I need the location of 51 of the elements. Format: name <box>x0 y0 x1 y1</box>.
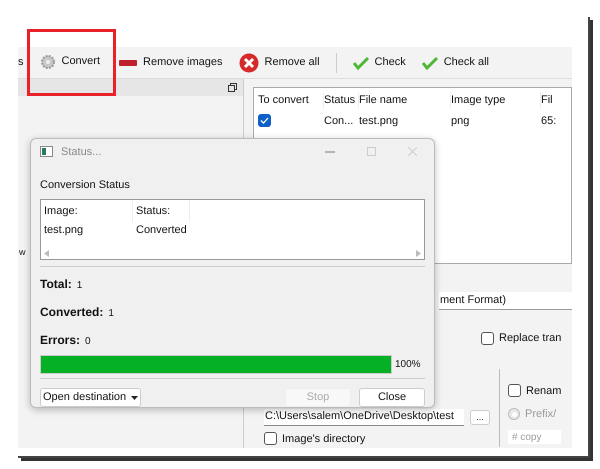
toolbar-button[interactable]: Remove all <box>238 52 320 72</box>
checkmark-icon <box>422 56 438 70</box>
column-header[interactable]: Status: <box>133 200 190 222</box>
path-field[interactable]: C:\Users\salem\OneDrive\Desktop\test <box>264 408 464 426</box>
toolbar-button[interactable]: Check <box>352 54 406 71</box>
progress-reading: 100% <box>395 358 421 372</box>
format-field[interactable]: ment Format) <box>439 292 572 310</box>
table-cell-text: test.png <box>43 223 84 238</box>
toolbar-button[interactable]: s <box>18 54 24 71</box>
checkbox-label: Replace tran <box>499 331 562 346</box>
close-button[interactable]: Close <box>359 388 425 407</box>
toolbar-button[interactable]: Check all <box>422 54 489 71</box>
browse-button[interactable]: ... <box>470 410 490 424</box>
table-cell-text: png <box>451 114 470 128</box>
column-header[interactable]: Image type <box>451 92 541 108</box>
section-label: Conversion Status <box>40 178 131 193</box>
stat-value: 1 <box>108 307 114 322</box>
checkbox-label: Image's directory <box>282 432 366 446</box>
stat-label: Total: <box>40 276 72 294</box>
stat-value: 0 <box>85 335 91 350</box>
dialog-title: Status... <box>61 144 102 160</box>
stat-label: Errors: <box>40 332 80 350</box>
panel-label: w <box>18 246 26 259</box>
restore-icon[interactable] <box>228 83 238 92</box>
column-header[interactable]: File name <box>359 92 451 108</box>
checkbox[interactable] <box>481 332 494 345</box>
table-cell-text: Converted <box>135 223 188 238</box>
radio-button[interactable] <box>508 408 520 420</box>
toolbar-button[interactable]: Remove images <box>119 54 223 71</box>
open-destination-dropdown[interactable]: Open destination <box>40 388 142 407</box>
checkbox[interactable] <box>508 384 521 398</box>
checkbox-label: Renam <box>526 384 562 398</box>
stat-value: 1 <box>76 279 82 294</box>
toolbar-button[interactable]: Convert <box>40 53 100 70</box>
checkmark-icon <box>352 56 369 70</box>
close-icon <box>238 52 259 72</box>
checkbox[interactable] <box>258 114 271 128</box>
column-header[interactable]: Image: <box>41 200 133 222</box>
table-cell-text: Con... <box>324 114 354 128</box>
checkbox[interactable] <box>264 432 277 446</box>
column-header[interactable]: Fil <box>541 92 571 108</box>
column-header[interactable]: To convert <box>258 92 324 108</box>
radio-label: Prefix/ <box>525 407 556 422</box>
caret-icon <box>131 396 138 400</box>
app-icon <box>40 146 53 158</box>
stat-label: Converted: <box>40 304 104 322</box>
table-cell-text: 65: <box>541 114 558 128</box>
column-header[interactable]: Status <box>324 92 359 108</box>
table-cell-text: test.png <box>359 114 400 128</box>
bar-icon <box>119 60 138 66</box>
gear-icon <box>40 54 56 70</box>
